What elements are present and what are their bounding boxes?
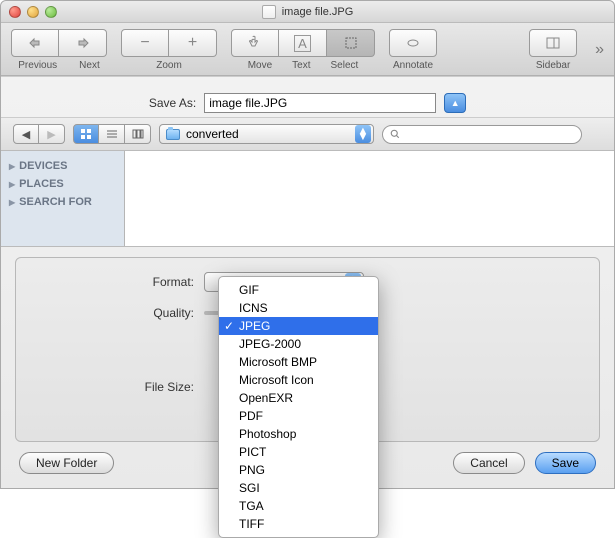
previous-button[interactable] — [11, 29, 59, 57]
format-menu-item[interactable]: PICT — [219, 443, 378, 461]
format-menu-item[interactable]: JPEG — [219, 317, 378, 335]
folder-icon — [166, 129, 180, 140]
icon-view-button[interactable] — [73, 124, 99, 144]
document-icon — [262, 5, 276, 19]
nav-group: Previous Next — [11, 29, 107, 71]
save-as-label: Save As: — [149, 96, 196, 110]
search-icon — [389, 128, 401, 140]
format-label: Format: — [34, 275, 194, 289]
cancel-button[interactable]: Cancel — [453, 452, 524, 474]
file-size-label: File Size: — [34, 380, 194, 394]
browser-bar: ◀ ▶ converted ▲▼ — [1, 117, 614, 151]
format-dropdown-menu: GIFICNSJPEGJPEG-2000Microsoft BMPMicroso… — [218, 276, 379, 538]
minimize-button[interactable] — [27, 6, 39, 18]
sidebar-places[interactable]: ▶PLACES — [1, 175, 124, 193]
back-button[interactable]: ◀ — [13, 124, 39, 144]
select-label: Select — [331, 60, 359, 71]
zoom-button[interactable] — [45, 6, 57, 18]
format-menu-item[interactable]: GIF — [219, 281, 378, 299]
move-button[interactable] — [231, 29, 279, 57]
sidebar: ▶DEVICES ▶PLACES ▶SEARCH FOR — [1, 151, 125, 246]
quality-label: Quality: — [34, 306, 194, 320]
zoom-in-button[interactable]: + — [169, 29, 217, 57]
titlebar: image file.JPG — [1, 1, 614, 23]
next-label: Next — [79, 60, 100, 71]
save-as-input[interactable] — [204, 93, 436, 113]
format-menu-item[interactable]: JPEG-2000 — [219, 335, 378, 353]
format-menu-item[interactable]: OpenEXR — [219, 389, 378, 407]
sidebar-search-for[interactable]: ▶SEARCH FOR — [1, 193, 124, 211]
select-arrows-icon: ▲▼ — [355, 125, 371, 143]
zoom-label: Zoom — [156, 60, 182, 71]
format-menu-item[interactable]: Photoshop — [219, 425, 378, 443]
text-label: Text — [292, 60, 310, 71]
format-menu-item[interactable]: TIFF — [219, 515, 378, 533]
previous-label: Previous — [18, 60, 57, 71]
format-menu-item[interactable]: TGA — [219, 497, 378, 515]
folder-name: converted — [186, 127, 349, 141]
format-menu-item[interactable]: ICNS — [219, 299, 378, 317]
file-list[interactable] — [125, 151, 614, 246]
traffic-lights — [9, 6, 57, 18]
overflow-icon[interactable]: » — [595, 41, 604, 59]
search-input[interactable] — [405, 128, 575, 140]
format-menu-item[interactable]: Microsoft Icon — [219, 371, 378, 389]
zoom-out-button[interactable]: − — [121, 29, 169, 57]
list-view-button[interactable] — [99, 124, 125, 144]
forward-button[interactable]: ▶ — [39, 124, 65, 144]
window-title-text: image file.JPG — [282, 6, 354, 18]
file-browser: ▶DEVICES ▶PLACES ▶SEARCH FOR — [1, 151, 614, 247]
annotate-label: Annotate — [393, 60, 433, 71]
close-button[interactable] — [9, 6, 21, 18]
new-folder-button[interactable]: New Folder — [19, 452, 114, 474]
format-menu-item[interactable]: Microsoft BMP — [219, 353, 378, 371]
folder-select[interactable]: converted ▲▼ — [159, 124, 374, 144]
select-button[interactable] — [327, 29, 375, 57]
next-button[interactable] — [59, 29, 107, 57]
search-field[interactable] — [382, 125, 582, 144]
save-button[interactable]: Save — [535, 452, 596, 474]
collapse-button[interactable]: ▲ — [444, 93, 466, 113]
column-view-button[interactable] — [125, 124, 151, 144]
format-menu-item[interactable]: PNG — [219, 461, 378, 479]
annotate-button[interactable] — [389, 29, 437, 57]
window-title: image file.JPG — [1, 5, 614, 19]
sidebar-button[interactable] — [529, 29, 577, 57]
sidebar-label: Sidebar — [536, 60, 570, 71]
move-label: Move — [248, 60, 272, 71]
sidebar-devices[interactable]: ▶DEVICES — [1, 157, 124, 175]
format-menu-item[interactable]: PDF — [219, 407, 378, 425]
toolbar: Previous Next − + Zoom A Move Text Selec… — [1, 23, 614, 76]
text-button[interactable]: A — [279, 29, 327, 57]
format-menu-item[interactable]: SGI — [219, 479, 378, 497]
